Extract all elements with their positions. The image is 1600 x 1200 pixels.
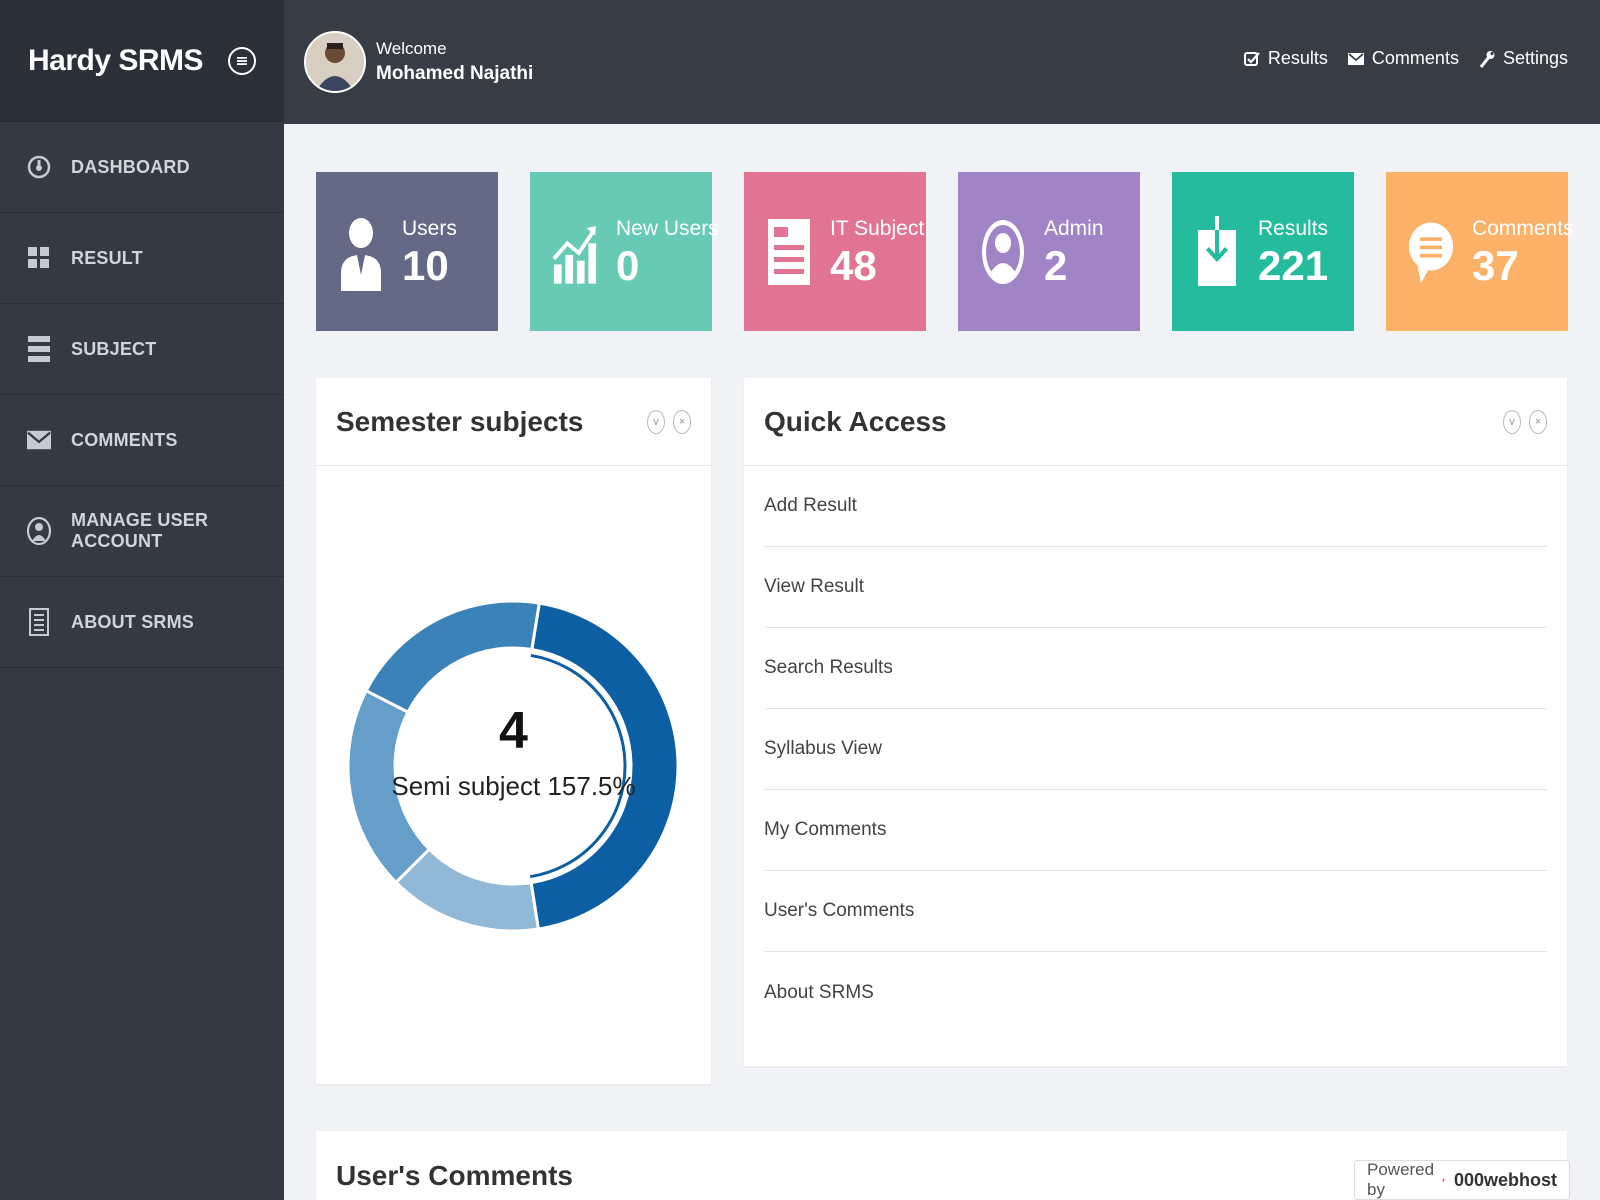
sidebar-item-dashboard[interactable]: DASHBOARD: [0, 122, 284, 213]
brand-title: Hardy SRMS: [28, 43, 204, 77]
stat-card-users[interactable]: Users 10: [316, 172, 498, 331]
donut-slice[interactable]: [364, 599, 542, 715]
top-link-label: Comments: [1371, 48, 1459, 68]
quick-access-add-result[interactable]: Add Result: [764, 466, 1547, 547]
card-label: Admin: [1044, 216, 1104, 240]
card-label: Users: [402, 216, 457, 240]
card-value: 37: [1472, 241, 1519, 289]
list-icon: [27, 335, 51, 363]
donut-center-value: 4: [499, 702, 528, 760]
collapse-button[interactable]: v: [647, 409, 665, 434]
card-label: Results: [1258, 216, 1329, 240]
menu-toggle-button[interactable]: [228, 46, 256, 75]
card-value: 48: [830, 241, 877, 289]
panel-title: Quick Access: [764, 405, 947, 437]
quick-access-search-results[interactable]: Search Results: [764, 628, 1547, 709]
quick-access-about-srms[interactable]: About SRMS: [764, 952, 1547, 1033]
panel-title: User's Comments: [336, 1159, 573, 1191]
powered-by-label: Powered by: [1367, 1160, 1435, 1199]
stat-card-results[interactable]: Results 221: [1172, 172, 1354, 331]
download-icon: [1194, 212, 1240, 292]
top-header: Welcome Mohamed Najathi Results Comments…: [284, 0, 1600, 124]
card-label: New Users: [616, 216, 719, 240]
check-icon: [1243, 51, 1260, 66]
top-link-settings[interactable]: Settings: [1479, 48, 1568, 69]
user-circle-icon: [27, 517, 51, 545]
sidebar-item-result[interactable]: RESULT: [0, 213, 284, 304]
card-label: Comments: [1472, 216, 1574, 240]
sidebar-item-label: RESULT: [71, 247, 143, 268]
sidebar-item-subject[interactable]: SUBJECT: [0, 304, 284, 395]
powered-by-brand: 000webhost: [1453, 1169, 1557, 1190]
panel-header: Semester subjects v ×: [316, 378, 711, 466]
welcome-block: Welcome Mohamed Najathi: [376, 39, 533, 85]
card-value: 2: [1044, 241, 1068, 289]
quick-access-panel: Quick Access v × Add Result View Result …: [744, 378, 1567, 1066]
sidebar-item-label: MANAGE USER ACCOUNT: [71, 510, 209, 551]
sidebar-item-manage-user-account[interactable]: MANAGE USER ACCOUNT: [0, 486, 284, 577]
top-link-label: Settings: [1502, 48, 1568, 68]
brand-bar: Hardy SRMS: [0, 0, 284, 122]
sidebar-item-about-srms[interactable]: ABOUT SRMS: [0, 577, 284, 668]
close-button[interactable]: ×: [1529, 409, 1547, 434]
dashboard-icon: [27, 153, 51, 181]
welcome-label: Welcome: [376, 39, 447, 58]
sidebar-item-comments[interactable]: COMMENTS: [0, 395, 284, 486]
document-icon: [766, 212, 812, 292]
stat-card-admin[interactable]: Admin 2: [958, 172, 1140, 331]
sidebar-item-label: COMMENTS: [71, 429, 178, 450]
envelope-icon: [1347, 52, 1364, 65]
sidebar-item-label: DASHBOARD: [71, 156, 190, 177]
grid-icon: [27, 244, 51, 272]
donut-chart-area: 4 Semi subject 157.5%: [316, 466, 711, 1082]
top-links: Results Comments Settings: [1243, 48, 1568, 69]
admin-icon: [980, 212, 1026, 292]
collapse-button[interactable]: v: [1503, 409, 1521, 434]
stat-card-comments[interactable]: Comments 37: [1386, 172, 1574, 331]
panel-title: Semester subjects: [336, 405, 584, 437]
close-button[interactable]: ×: [673, 409, 691, 434]
top-link-comments[interactable]: Comments: [1347, 48, 1459, 69]
top-link-results[interactable]: Results: [1243, 48, 1328, 69]
card-value: 10: [402, 241, 449, 289]
chart-up-icon: [552, 212, 598, 292]
donut-center-label: Semi subject 157.5%: [391, 771, 636, 801]
semester-subjects-panel: Semester subjects v × 4 Semi subject 157…: [316, 378, 711, 1084]
avatar[interactable]: [304, 31, 366, 93]
quick-access-syllabus-view[interactable]: Syllabus View: [764, 709, 1547, 790]
sidebar: Hardy SRMS DASHBOARD RESULT SUBJECT COMM…: [0, 0, 284, 1200]
user-name: Mohamed Najathi: [376, 63, 534, 84]
menu-icon: [237, 56, 247, 65]
top-link-label: Results: [1267, 48, 1328, 68]
stat-card-it-subject[interactable]: IT Subject 48: [744, 172, 926, 331]
card-label: IT Subject: [830, 216, 925, 240]
envelope-icon: [27, 426, 51, 454]
quick-access-users-comments[interactable]: User's Comments: [764, 871, 1547, 952]
user-icon: [338, 212, 384, 292]
sidebar-item-label: SUBJECT: [71, 338, 157, 359]
panel-header: Quick Access v ×: [744, 378, 1567, 466]
quick-access-list: Add Result View Result Search Results Sy…: [744, 466, 1567, 1033]
sidebar-item-label: ABOUT SRMS: [71, 611, 194, 632]
stat-card-new-users[interactable]: New Users 0: [530, 172, 719, 331]
powered-by-badge[interactable]: Powered by 000webhost: [1354, 1160, 1570, 1200]
donut-slice[interactable]: [529, 601, 680, 931]
speech-bubble-icon: [1408, 212, 1454, 292]
document-icon: [27, 608, 51, 636]
quick-access-view-result[interactable]: View Result: [764, 547, 1547, 628]
wrench-icon: [1479, 50, 1495, 68]
card-value: 221: [1258, 241, 1329, 289]
card-value: 0: [616, 241, 640, 289]
webhost-logo-icon: [1442, 1178, 1446, 1182]
quick-access-my-comments[interactable]: My Comments: [764, 790, 1547, 871]
